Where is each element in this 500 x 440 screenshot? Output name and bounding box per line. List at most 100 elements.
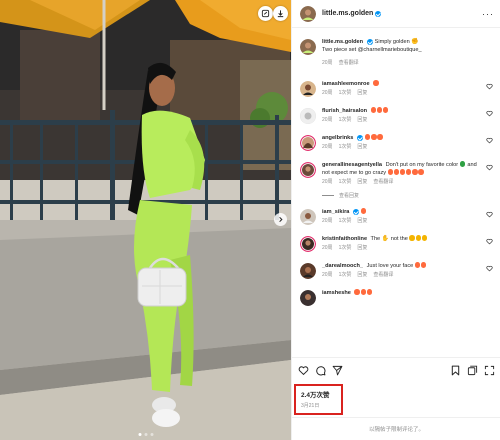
heart-eyes-emoji-icon xyxy=(382,107,389,113)
expand-icon[interactable] xyxy=(484,365,495,376)
bookmark-icon[interactable] xyxy=(450,365,461,376)
carousel-dot xyxy=(150,433,153,436)
heart-icon[interactable] xyxy=(486,164,493,171)
likes-highlight-box: 2.4万次赞 3月21日 xyxy=(294,384,343,415)
reply-link[interactable]: 回复 xyxy=(357,89,367,97)
comment-item: iamsheshe xyxy=(300,289,493,306)
comment-time: 20周 xyxy=(322,90,333,96)
heart-eyes-emoji-icon xyxy=(420,262,427,268)
comment-button[interactable] xyxy=(315,365,326,376)
tag-icon[interactable] xyxy=(258,6,273,21)
comment-item: flurish_hairsalon 20周 1次赞 回复 xyxy=(300,107,493,124)
post-actions xyxy=(292,357,500,383)
comment-item: _darealmooch_ Just love your face 20周 1次赞… xyxy=(300,262,493,279)
verified-icon xyxy=(353,208,360,215)
translate-link[interactable]: 查看翻译 xyxy=(339,59,359,67)
post-photo[interactable] xyxy=(0,0,291,440)
commenter-avatar[interactable] xyxy=(300,290,316,306)
comment-likes[interactable]: 1次赞 xyxy=(339,89,352,97)
view-replies[interactable]: 查看回复 xyxy=(322,192,493,199)
comment-username[interactable]: flurish_hairsalon xyxy=(322,108,367,114)
heart-eyes-emoji-icon xyxy=(393,169,400,175)
author-avatar[interactable] xyxy=(300,5,316,22)
reply-link[interactable]: 回复 xyxy=(357,271,367,279)
heart-eyes-emoji-icon xyxy=(376,107,383,113)
comments-list[interactable]: little.ms.golden Simply golden ✊ Two pie… xyxy=(292,29,500,356)
emoji-icon xyxy=(421,235,428,241)
photo-scene xyxy=(0,0,291,440)
view-replies-label[interactable]: 查看回复 xyxy=(339,192,359,199)
comment-item: iamashleemonroe 20周 1次赞 回复 xyxy=(300,80,493,97)
comment-likes[interactable]: 1次赞 xyxy=(339,143,352,151)
next-photo-button[interactable] xyxy=(274,213,287,226)
share-button[interactable] xyxy=(332,365,343,376)
author-username[interactable]: little.ms.golden xyxy=(322,10,373,17)
comment-likes[interactable]: 1次赞 xyxy=(339,116,352,124)
heart-eyes-emoji-icon xyxy=(364,134,371,140)
heart-icon[interactable] xyxy=(486,265,493,272)
heart-eyes-emoji-icon xyxy=(371,134,377,140)
translate-link[interactable]: 查看翻译 xyxy=(373,178,393,186)
comment-text-cont: not the xyxy=(390,236,408,242)
post-date: 3月21日 xyxy=(301,403,320,409)
commenter-avatar[interactable] xyxy=(300,108,316,124)
comment-item: angelbrinks 20周 1次赞 回复 xyxy=(300,134,493,151)
send-icon[interactable] xyxy=(332,365,343,376)
reply-link[interactable]: 回复 xyxy=(357,217,367,225)
comment-likes[interactable]: 1次赞 xyxy=(339,178,352,186)
comment-time: 20周 xyxy=(322,218,333,224)
commenter-avatar[interactable] xyxy=(300,209,316,225)
comment-time: 20周 xyxy=(322,144,333,150)
likes-count[interactable]: 2.4万次赞 xyxy=(301,389,341,399)
comment-username[interactable]: kristinfaithonline xyxy=(322,236,367,242)
carousel-dot xyxy=(144,433,147,436)
comment-time: 20周 xyxy=(322,60,333,66)
heart-eyes-emoji-icon xyxy=(412,169,418,175)
comment-text: Just love your face xyxy=(366,263,414,269)
comment-likes[interactable]: 1次赞 xyxy=(339,217,352,225)
heart-eyes-emoji-icon xyxy=(418,169,424,175)
reply-link[interactable]: 回复 xyxy=(357,178,367,186)
commenter-avatar[interactable] xyxy=(300,135,316,151)
comments-limited-notice: 以隔帖子限制评论了。 xyxy=(292,417,500,440)
heart-eyes-emoji-icon xyxy=(366,289,373,295)
heart-eyes-emoji-icon xyxy=(377,134,383,140)
replies-line xyxy=(322,195,334,196)
caption-username[interactable]: little.ms.golden xyxy=(322,39,363,45)
comment-username[interactable]: iam_sikira xyxy=(322,209,349,215)
comment-likes[interactable]: 1次赞 xyxy=(339,271,352,279)
comment-username[interactable]: generallinesagentyella xyxy=(322,162,382,168)
heart-eyes-emoji-icon xyxy=(405,169,412,175)
like-button[interactable] xyxy=(298,365,309,376)
commenter-avatar[interactable] xyxy=(300,162,316,178)
heart-icon[interactable] xyxy=(486,238,493,245)
comment-icon[interactable] xyxy=(315,365,326,376)
caption-text-line2: Two piece set @charnellmarieboutique_ xyxy=(322,47,422,53)
reply-link[interactable]: 回复 xyxy=(357,244,367,252)
comment-time: 20周 xyxy=(322,117,333,123)
author-avatar[interactable] xyxy=(300,39,316,55)
commenter-avatar[interactable] xyxy=(300,81,316,97)
green-heart-emoji-icon xyxy=(459,161,466,167)
comment-username[interactable]: iamsheshe xyxy=(322,290,351,296)
comment-text: The xyxy=(370,236,381,242)
commenter-avatar[interactable] xyxy=(300,236,316,252)
heart-icon[interactable] xyxy=(486,83,493,90)
download-icon[interactable] xyxy=(273,6,288,21)
heart-icon[interactable] xyxy=(486,110,493,117)
comment-username[interactable]: angelbrinks xyxy=(322,135,353,141)
commenter-avatar[interactable] xyxy=(300,263,316,279)
comment-username[interactable]: iamashleemonroe xyxy=(322,81,370,87)
collection-icon[interactable] xyxy=(467,365,478,376)
comment-username[interactable]: _darealmooch_ xyxy=(322,263,363,269)
translate-link[interactable]: 查看翻译 xyxy=(373,271,393,279)
comment-likes[interactable]: 1次赞 xyxy=(339,244,352,252)
heart-icon[interactable] xyxy=(298,365,309,376)
heart-icon[interactable] xyxy=(486,211,493,218)
verified-icon xyxy=(357,134,364,141)
more-icon[interactable]: ··· xyxy=(482,9,494,19)
verified-icon xyxy=(367,38,374,45)
reply-link[interactable]: 回复 xyxy=(357,143,367,151)
reply-link[interactable]: 回复 xyxy=(357,116,367,124)
heart-icon[interactable] xyxy=(486,137,493,144)
